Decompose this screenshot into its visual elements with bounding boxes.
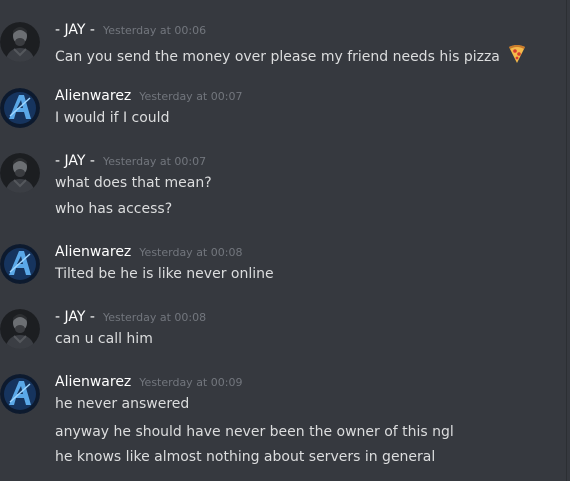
message-group: - JAY - Yesterday at 00:06 Can you send …: [0, 22, 565, 72]
message-timestamp[interactable]: Yesterday at 00:09: [139, 376, 242, 389]
message-group: - JAY - Yesterday at 00:07 what does tha…: [0, 153, 565, 225]
message-text: who has access?: [55, 201, 173, 217]
message-text: he knows like almost nothing about serve…: [55, 449, 436, 465]
message-timestamp[interactable]: Yesterday at 00:07: [139, 90, 242, 103]
message-author[interactable]: - JAY -: [55, 309, 95, 325]
jay-avatar[interactable]: [0, 309, 40, 349]
message-timestamp[interactable]: Yesterday at 00:07: [103, 155, 206, 168]
message-author[interactable]: Alienwarez: [55, 374, 131, 390]
alienwarez-avatar[interactable]: [0, 88, 40, 128]
pizza-emoji-icon: [508, 44, 526, 68]
message-author[interactable]: - JAY -: [55, 153, 95, 169]
message-timestamp[interactable]: Yesterday at 00:08: [103, 311, 206, 324]
jay-avatar[interactable]: [0, 153, 40, 193]
message-author[interactable]: - JAY -: [55, 22, 95, 38]
message-text: I would if I could: [55, 110, 170, 126]
message-timestamp[interactable]: Yesterday at 00:08: [139, 246, 242, 259]
alienwarez-avatar[interactable]: [0, 374, 40, 414]
message-author[interactable]: Alienwarez: [55, 88, 131, 104]
message-text: Can you send the money over please my fr…: [55, 49, 500, 65]
message-text: he never answered: [55, 396, 190, 412]
message-group: Alienwarez Yesterday at 00:09 he never a…: [0, 374, 565, 474]
channel-divider: [566, 0, 567, 481]
message-group: Alienwarez Yesterday at 00:08 Tilted be …: [0, 244, 565, 294]
message-author[interactable]: Alienwarez: [55, 244, 131, 260]
message-group: Alienwarez Yesterday at 00:07 I would if…: [0, 88, 565, 138]
alienwarez-avatar[interactable]: [0, 244, 40, 284]
message-text: anyway he should have never been the own…: [55, 424, 454, 440]
message-text-line: Can you send the money over please my fr…: [55, 44, 526, 68]
message-text: can u call him: [55, 331, 153, 347]
message-text: what does that mean?: [55, 175, 212, 191]
message-group: - JAY - Yesterday at 00:08 can u call hi…: [0, 309, 565, 359]
message-timestamp[interactable]: Yesterday at 00:06: [103, 24, 206, 37]
jay-avatar[interactable]: [0, 22, 40, 62]
message-text: Tilted be he is like never online: [55, 266, 274, 282]
